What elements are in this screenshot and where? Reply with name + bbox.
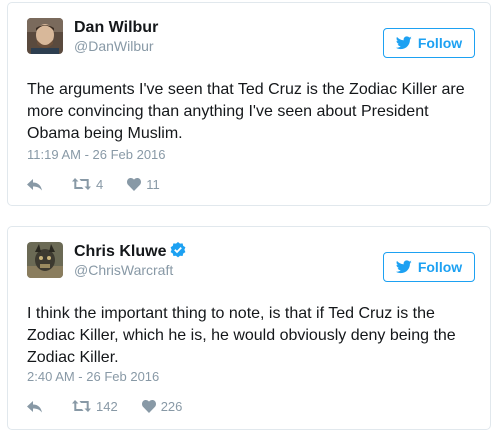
follow-button[interactable]: Follow <box>383 252 475 282</box>
retweet-button[interactable]: 4 <box>72 177 103 192</box>
like-button[interactable]: 226 <box>141 398 183 414</box>
tweet-card: Chris Kluwe @ChrisWarcraft Follow I thin… <box>7 226 491 430</box>
user-handle[interactable]: @ChrisWarcraft <box>74 262 173 279</box>
user-handle[interactable]: @DanWilbur <box>74 38 154 55</box>
tweet-actions: 4 11 <box>27 175 160 193</box>
tweet-card: Dan Wilbur @DanWilbur Follow The argumen… <box>7 2 491 206</box>
retweet-icon <box>72 400 91 412</box>
follow-label: Follow <box>417 35 463 51</box>
follow-label: Follow <box>417 259 463 275</box>
display-name-text: Chris Kluwe <box>74 243 167 260</box>
like-count: 11 <box>146 176 160 192</box>
avatar[interactable] <box>27 242 63 278</box>
avatar[interactable] <box>27 18 63 54</box>
reply-arrow-icon <box>27 178 42 190</box>
retweet-button[interactable]: 142 <box>72 399 118 414</box>
retweet-count: 4 <box>96 176 104 192</box>
reply-button[interactable] <box>27 400 42 413</box>
tweet-actions: 142 226 <box>27 397 182 415</box>
twitter-bird-icon <box>395 260 412 274</box>
heart-icon <box>127 177 142 191</box>
heart-icon <box>141 399 156 413</box>
tweet-timestamp[interactable]: 2:40 AM - 26 Feb 2016 <box>27 369 159 385</box>
retweet-count: 142 <box>96 398 118 414</box>
reply-arrow-icon <box>27 400 42 412</box>
verified-badge-icon <box>171 242 186 258</box>
tweet-text: The arguments I've seen that Ted Cruz is… <box>27 81 465 142</box>
tweet-timestamp[interactable]: 11:19 AM - 26 Feb 2016 <box>27 147 166 163</box>
retweet-icon <box>72 178 91 190</box>
follow-button[interactable]: Follow <box>383 28 475 58</box>
tweet-text: I think the important thing to note, is … <box>27 305 456 366</box>
like-count: 226 <box>160 398 183 414</box>
display-name[interactable]: Chris Kluwe <box>74 242 186 261</box>
like-button[interactable]: 11 <box>127 177 160 192</box>
twitter-bird-icon <box>395 36 412 50</box>
display-name[interactable]: Dan Wilbur <box>74 18 158 37</box>
reply-button[interactable] <box>27 178 42 191</box>
